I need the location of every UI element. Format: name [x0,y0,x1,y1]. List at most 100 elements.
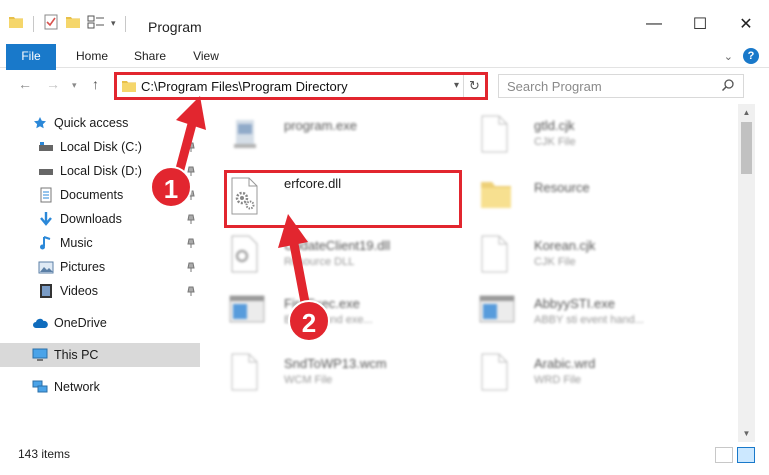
videos-icon [38,283,54,299]
qat-dropdown-icon[interactable]: ▾ [111,18,116,29]
file-name: erfcore.dll [284,176,342,191]
refresh-button[interactable]: ↻ [463,75,485,97]
file-item[interactable]: AbbyySTI.exe ABBY sti event hand... [454,286,704,342]
window-controls: — ☐ ✕ [631,8,769,40]
sidebar-item-label: Quick access [54,116,129,130]
scroll-up-icon[interactable]: ▲ [738,104,755,121]
large-icons-view-icon[interactable] [737,447,755,463]
step-badge-2: 2 [288,300,330,342]
details-view-icon[interactable] [715,447,733,463]
sidebar-item-onedrive[interactable]: OneDrive [0,311,200,335]
forward-button[interactable]: → [46,76,60,92]
window-title: Program [148,19,202,35]
file-item[interactable]: program.exe [204,108,454,164]
star-icon [32,115,48,131]
file-item[interactable]: gtld.cjk CJK File [454,108,704,164]
file-item[interactable]: Korean.cjk CJK File [454,228,704,284]
drive-icon [38,163,54,179]
folder-icon[interactable] [8,15,24,32]
documents-icon [38,187,54,203]
sidebar-item-downloads[interactable]: Downloads [0,207,200,231]
pin-icon[interactable] [186,213,196,228]
file-type: ABBY sti event hand... [534,314,644,326]
file-name: Korean.cjk [534,238,596,253]
help-icon[interactable]: ? [743,48,759,64]
file-type: Resource DLL [284,256,355,268]
sidebar-item-pictures[interactable]: Pictures [0,255,200,279]
new-folder-icon[interactable] [65,15,81,32]
sidebar-item-music[interactable]: Music [0,231,200,255]
minimize-button[interactable]: — [631,8,677,40]
file-name: program.exe [284,118,357,133]
search-input[interactable]: Search Program [498,74,744,98]
sidebar-item-label: Local Disk (C:) [60,140,142,154]
recent-locations-button[interactable]: ▾ [72,80,77,91]
search-icon [721,78,735,95]
properties-icon[interactable] [43,14,59,33]
navigation-bar: ← → ▾ ↑ C:\Program Files\Program Directo… [0,70,769,102]
pin-icon[interactable] [186,141,196,156]
file-type: CJK File [534,136,576,148]
sidebar-item-this-pc[interactable]: This PC [0,343,200,367]
address-path[interactable]: C:\Program Files\Program Directory [141,79,348,94]
folder-icon [121,79,137,96]
downloads-icon [38,211,54,227]
view-options-icon[interactable] [87,15,105,32]
sidebar-item-label: Music [60,236,93,250]
ribbon-controls: ⌄ ? [724,48,759,64]
up-button[interactable]: ↑ [92,76,99,92]
tab-view[interactable]: View [184,44,228,68]
pin-icon[interactable] [186,261,196,276]
expand-ribbon-icon[interactable]: ⌄ [724,50,733,63]
toolbar-divider [124,15,126,32]
pictures-icon [38,259,54,275]
ribbon-tabs: File Home Share View ⌄ ? [0,44,769,100]
scroll-down-icon[interactable]: ▼ [738,425,755,442]
cloud-icon [32,315,48,331]
sidebar-item-local-disk-c[interactable]: Local Disk (C:) [0,135,200,159]
window-exe-icon [228,292,268,336]
music-icon [38,235,54,251]
status-bar: 143 items [0,442,769,475]
file-name: gtld.cjk [534,118,575,133]
file-item[interactable]: Arabic.wrd WRD File [454,346,704,402]
pin-icon[interactable] [186,285,196,300]
vertical-scrollbar[interactable]: ▲ ▼ [738,104,755,442]
file-name: Arabic.wrd [534,356,596,371]
file-name: UpdateClient19.dll [284,238,391,253]
sidebar-item-videos[interactable]: Videos [0,279,200,303]
maximize-button[interactable]: ☐ [677,8,723,40]
address-bar[interactable]: C:\Program Files\Program Directory ▾ ↻ [114,72,488,100]
sidebar-item-label: Pictures [60,260,106,274]
drive-icon [38,139,54,155]
blank-file-icon [228,352,268,396]
sidebar-item-label: OneDrive [54,316,107,330]
title-bar: ▾ Program — ☐ ✕ [0,0,769,42]
file-item[interactable]: SndToWP13.wcm WCM File [204,346,454,402]
file-item-erfcore-dll[interactable]: erfcore.dll [204,170,454,226]
sidebar-item-label: Documents [60,188,124,202]
close-button[interactable]: ✕ [723,8,769,40]
computer-icon [32,347,48,363]
back-button[interactable]: ← [18,76,32,92]
file-name: AbbyySTI.exe [534,296,615,311]
folder-icon [478,176,518,220]
file-type: WCM File [284,374,333,386]
sidebar-item-label: Network [54,380,100,394]
file-name: Resource [534,180,590,195]
file-list: program.exe gtld.cjk CJK File erfcore.dl… [204,104,738,442]
file-item[interactable]: Resource [454,170,704,226]
item-count: 143 items [18,447,71,461]
dll-gear-icon [228,176,268,220]
network-icon [32,379,48,395]
sidebar-item-quick-access[interactable]: Quick access [0,111,200,135]
file-item[interactable]: UpdateClient19.dll Resource DLL [204,228,454,284]
address-dropdown-icon[interactable]: ▾ [454,80,459,91]
sidebar-item-network[interactable]: Network [0,375,200,399]
tab-home[interactable]: Home [70,44,114,68]
exe-icon [228,114,268,158]
pin-icon[interactable] [186,237,196,252]
toolbar-divider [33,15,34,32]
scrollbar-thumb[interactable] [741,122,752,174]
tab-share[interactable]: Share [128,44,172,68]
